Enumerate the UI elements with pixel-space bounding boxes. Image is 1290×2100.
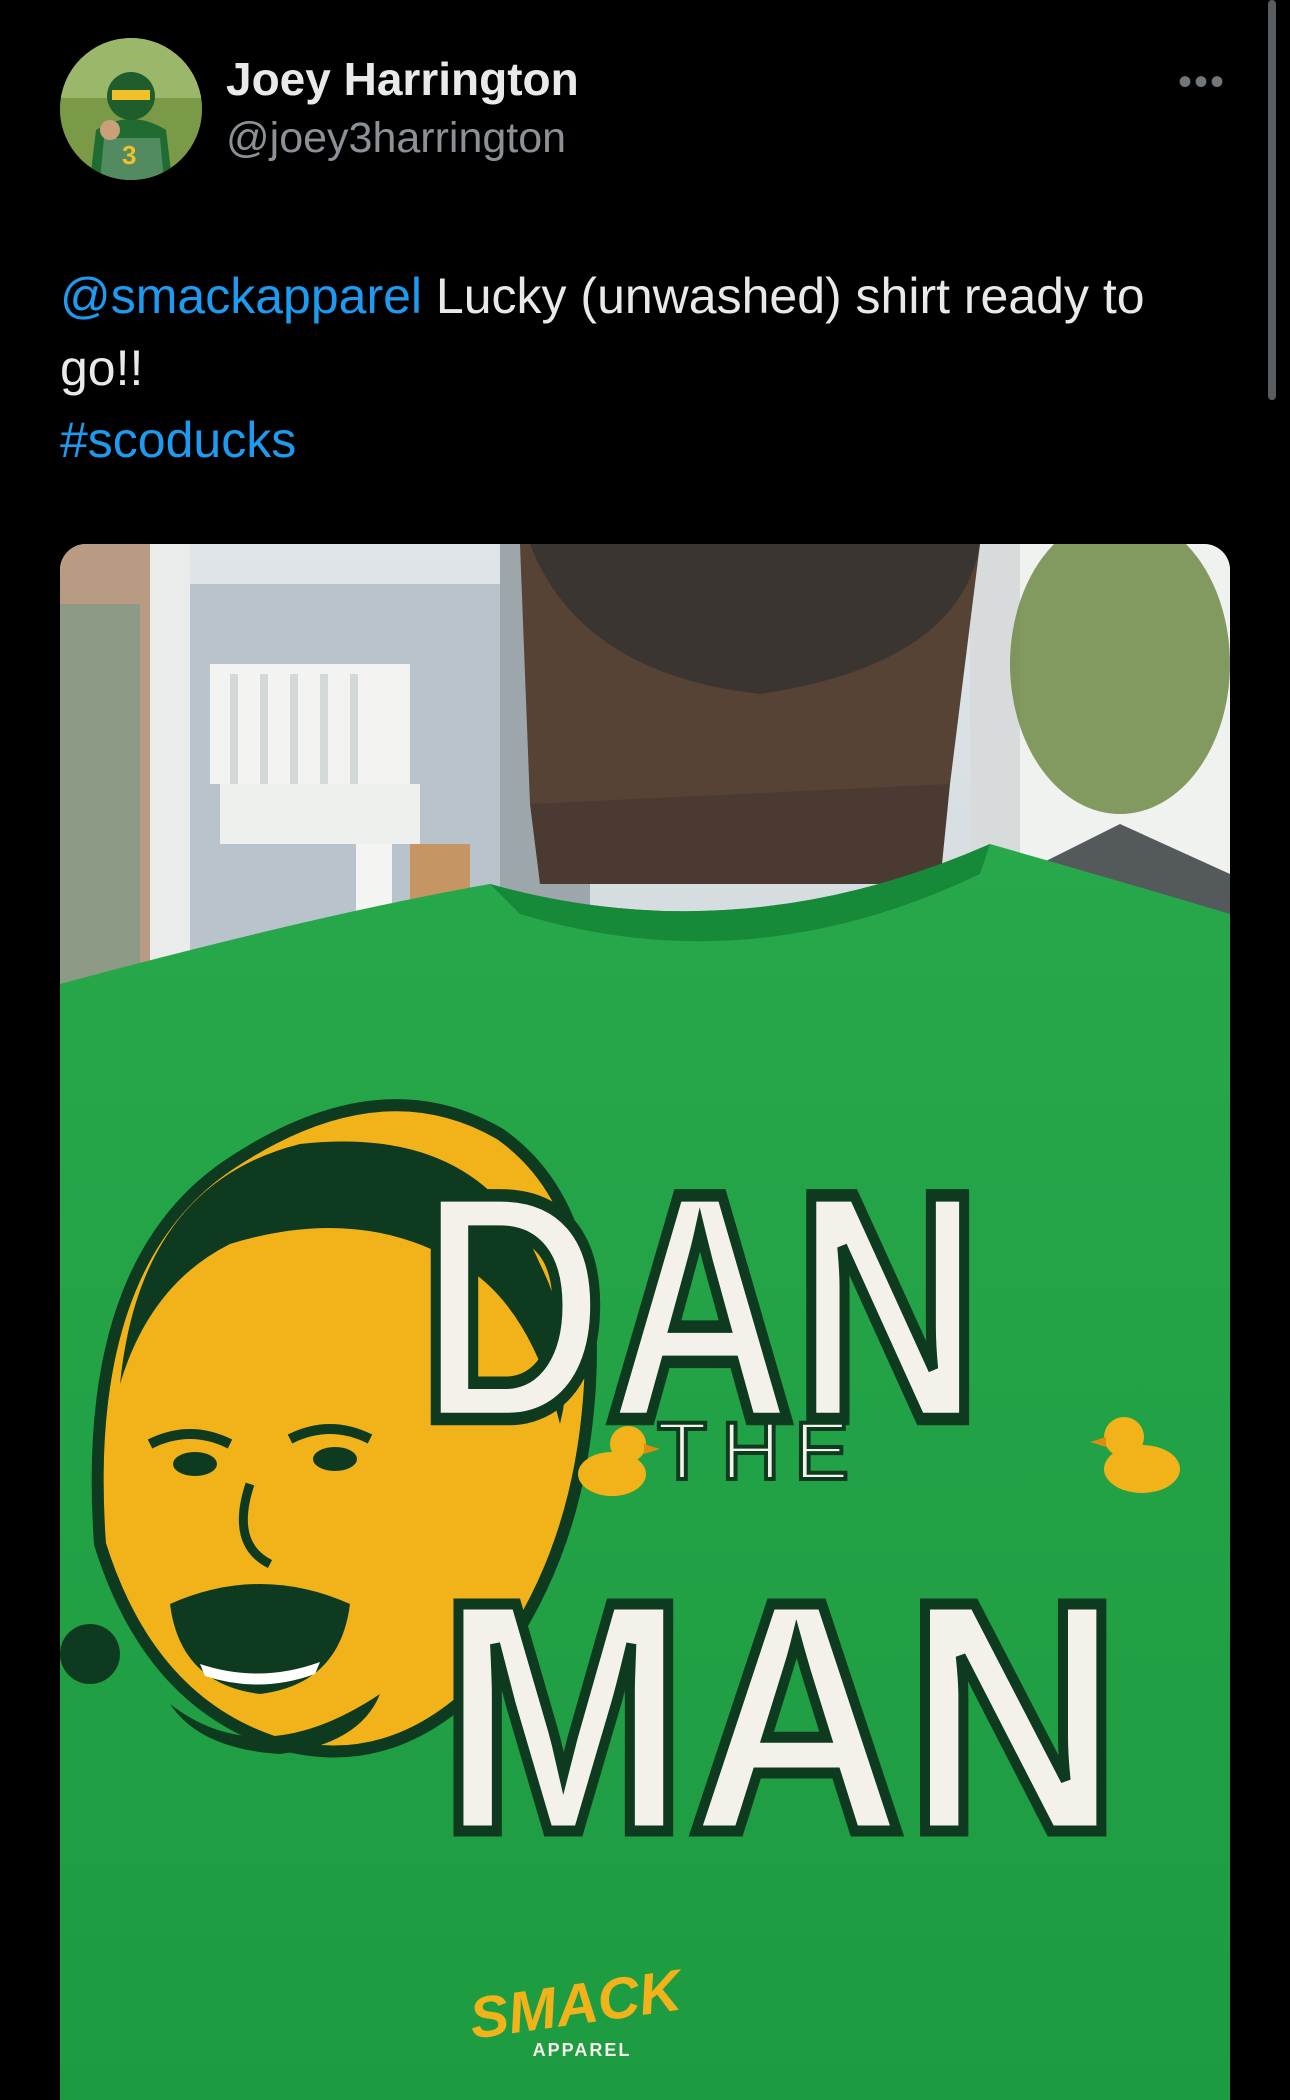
- tweet-text: @smackapparel Lucky (unwashed) shirt rea…: [60, 260, 1190, 404]
- shirt-line2: THE: [657, 1406, 863, 1497]
- svg-text:3: 3: [122, 140, 136, 170]
- tweet-photo[interactable]: DAN THE MAN SMACK APPAREL: [60, 544, 1230, 2100]
- shirt-photo: DAN THE MAN SMACK APPAREL: [60, 544, 1230, 2100]
- more-options-icon[interactable]: •••: [1178, 60, 1226, 105]
- author-avatar[interactable]: 3: [60, 38, 202, 180]
- author-name[interactable]: Joey Harrington: [226, 52, 579, 106]
- shirt-line3: MAN: [438, 1533, 1121, 1901]
- mention-link[interactable]: @smackapparel: [60, 268, 422, 324]
- scrollbar[interactable]: [1268, 0, 1276, 400]
- hashtag-link[interactable]: #scoducks: [60, 404, 296, 476]
- brand-subtitle: APPAREL: [533, 2040, 632, 2060]
- author-handle[interactable]: @joey3harrington: [226, 114, 566, 163]
- avatar-photo: 3: [60, 38, 202, 180]
